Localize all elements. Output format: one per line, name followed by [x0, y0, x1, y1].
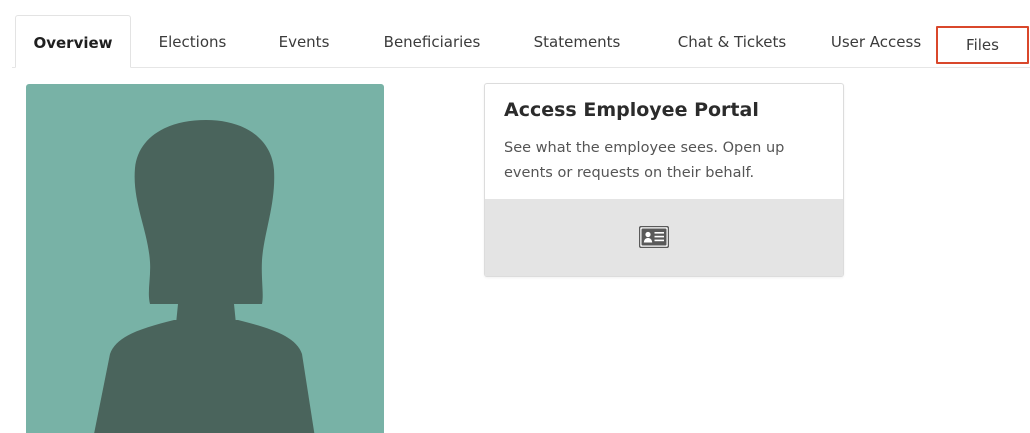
- employee-overview-page: Overview Elections Events Beneficiaries …: [0, 0, 1030, 433]
- card-description: See what the employee sees. Open up even…: [504, 140, 785, 181]
- card-title: Access Employee Portal: [504, 99, 759, 121]
- access-portal-button[interactable]: [485, 199, 843, 276]
- tab-elections[interactable]: Elections: [141, 15, 244, 67]
- tab-statements[interactable]: Statements: [517, 15, 637, 67]
- tab-chat-tickets[interactable]: Chat & Tickets: [657, 15, 807, 67]
- tab-overview[interactable]: Overview: [15, 15, 131, 68]
- id-card-icon: [639, 226, 669, 248]
- tab-files[interactable]: Files: [936, 26, 1029, 64]
- person-silhouette-icon: [94, 120, 315, 433]
- avatar: [26, 84, 384, 433]
- tab-beneficiaries[interactable]: Beneficiaries: [367, 15, 497, 67]
- tab-user-access[interactable]: User Access: [817, 15, 935, 67]
- tab-events[interactable]: Events: [262, 15, 346, 67]
- tab-bar: Overview Elections Events Beneficiaries …: [12, 15, 1030, 68]
- access-employee-portal-card: Access Employee Portal See what the empl…: [484, 83, 844, 277]
